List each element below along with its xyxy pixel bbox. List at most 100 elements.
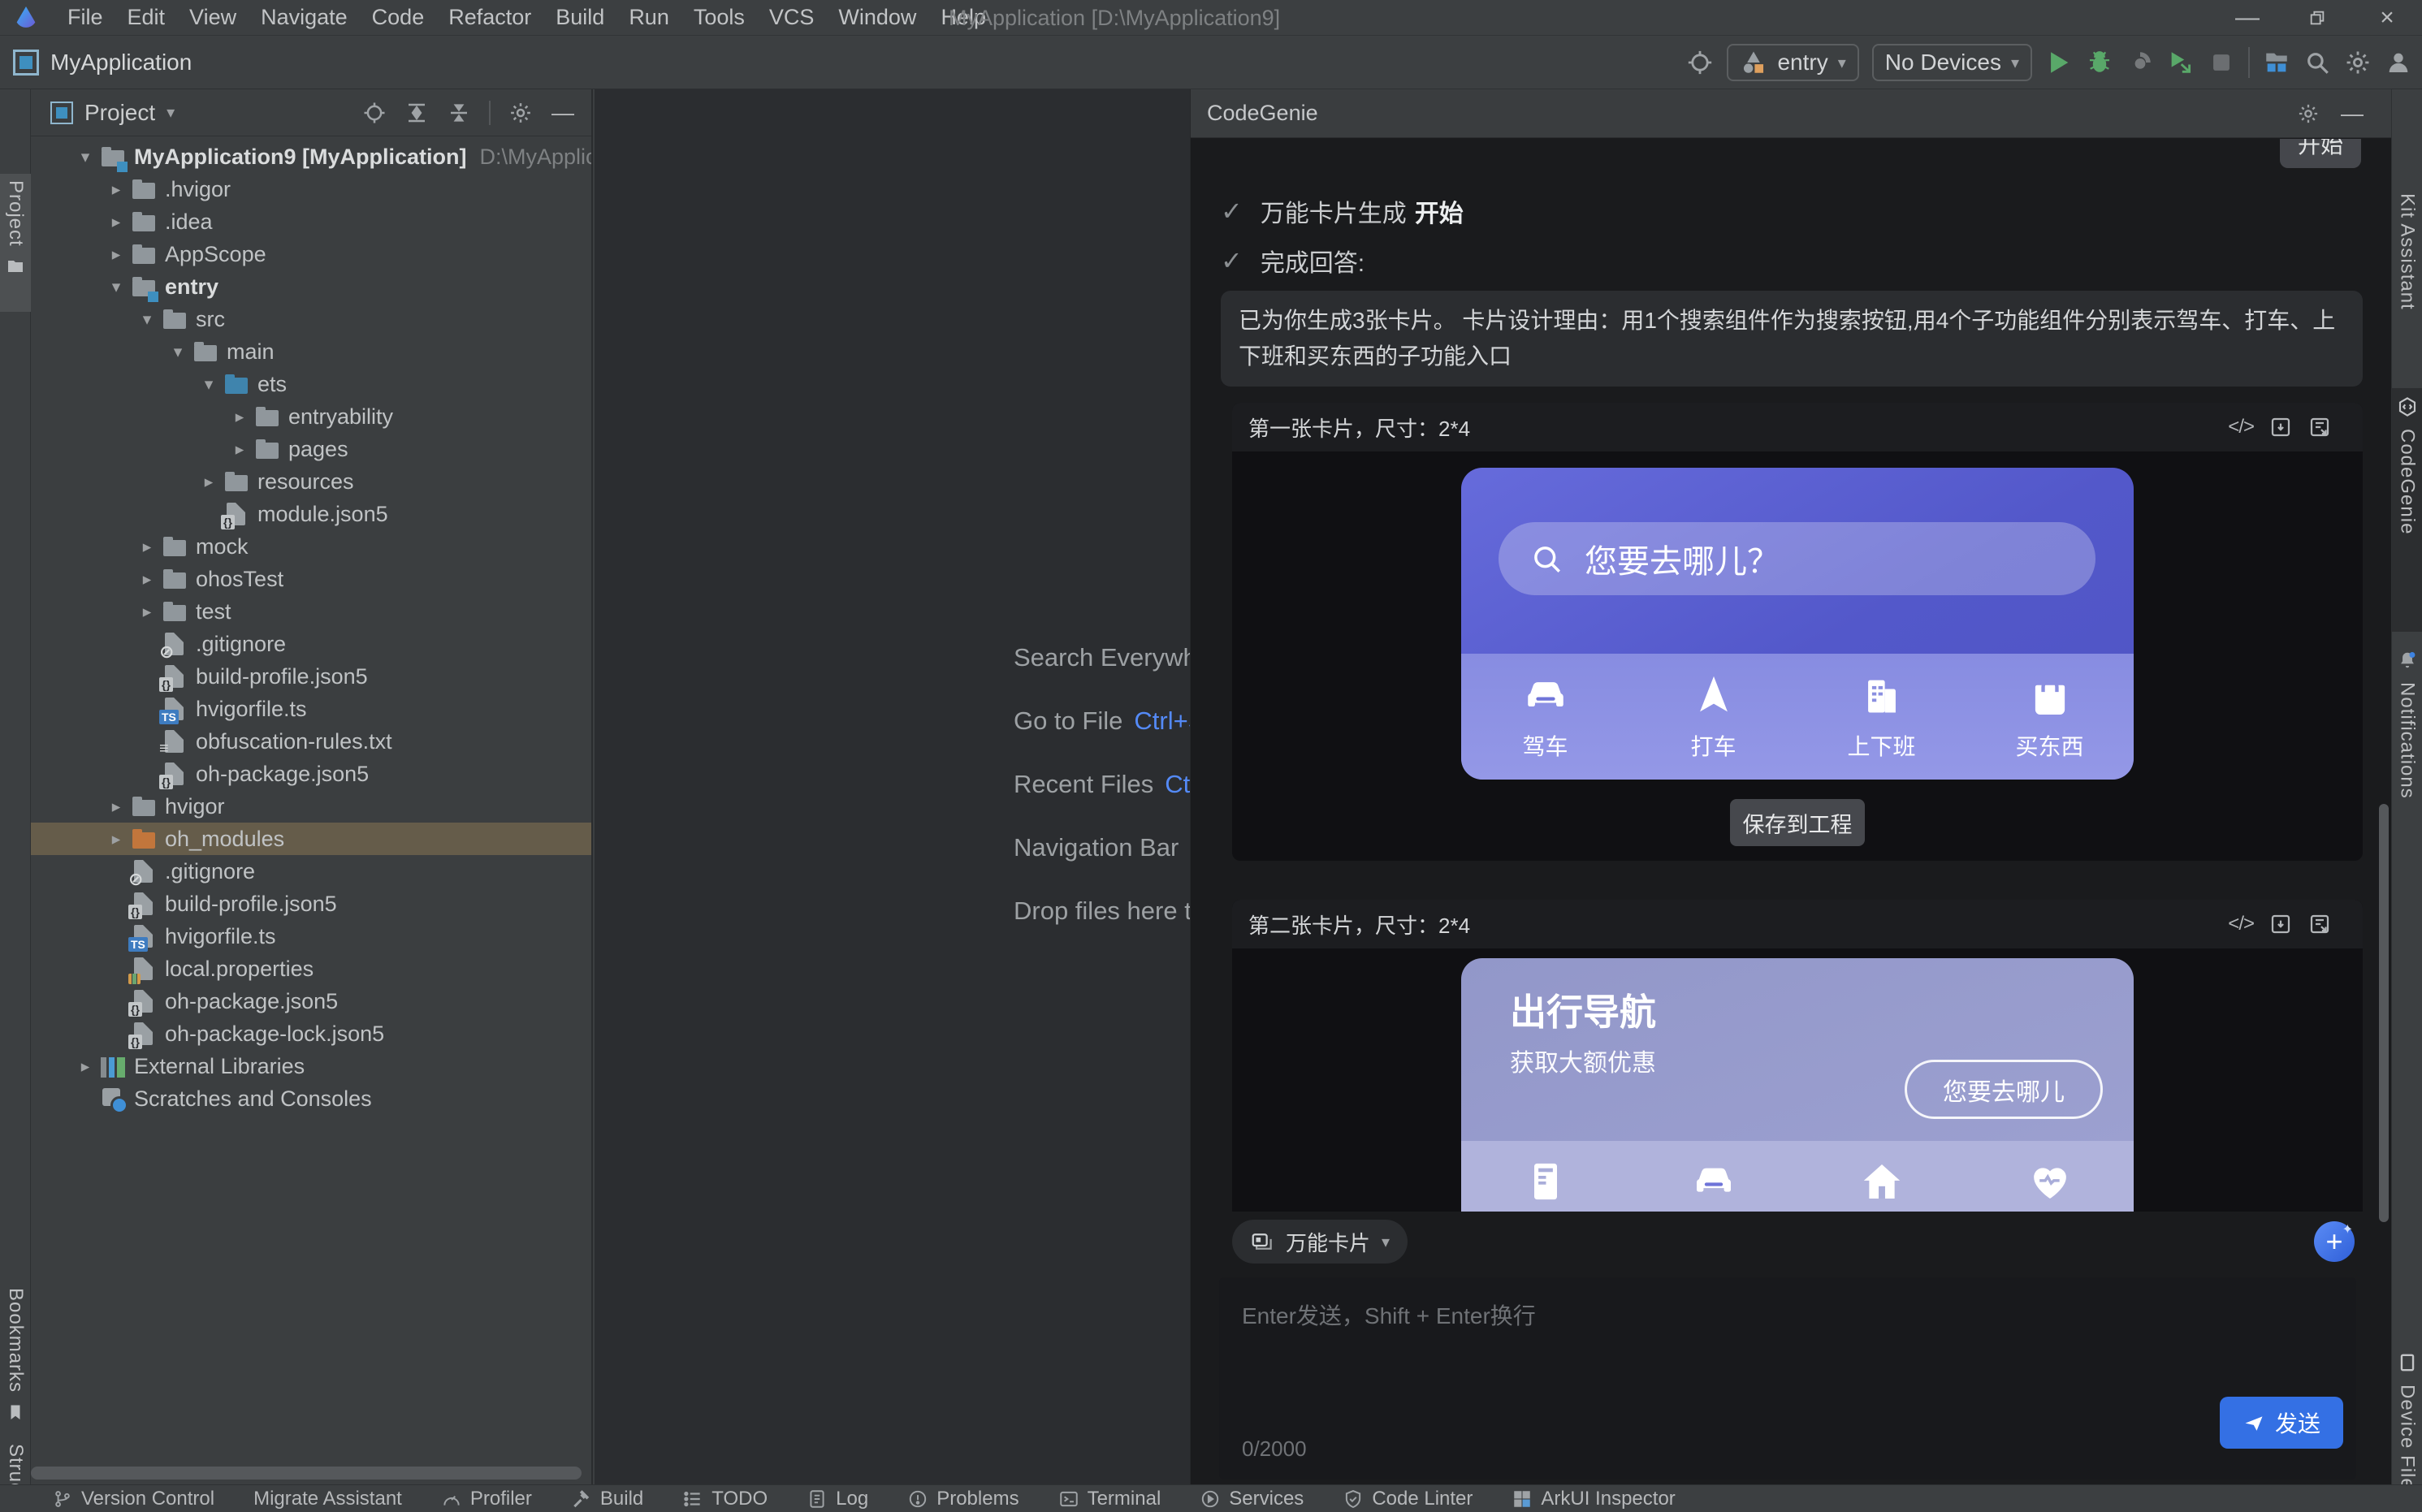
menu-item[interactable]: Edit [115, 0, 178, 35]
toolbar-project-name[interactable]: MyApplication [50, 50, 192, 76]
message-input[interactable]: Enter发送，Shift + Enter换行 0/2000 发送 [1219, 1277, 2356, 1480]
vertical-scrollbar[interactable] [2379, 804, 2389, 1222]
tree-row[interactable]: ⊘ .gitignore [31, 628, 591, 660]
run-with-coverage-button[interactable] [2167, 49, 2195, 76]
tree-row[interactable]: ▸ entryability [31, 400, 591, 433]
scrolled-start-button[interactable]: 开始 [2280, 139, 2361, 168]
settings-button[interactable] [2344, 49, 2372, 76]
tree-chevron-icon[interactable]: ▸ [132, 602, 162, 622]
minimize-button[interactable]: — [2212, 0, 2282, 36]
tree-chevron-icon[interactable]: ▸ [224, 439, 255, 460]
status-bar-item[interactable]: Problems [907, 1488, 1019, 1510]
send-button[interactable]: 发送 [2220, 1397, 2343, 1449]
status-bar-item[interactable]: Profiler [441, 1488, 532, 1510]
insert-card-icon[interactable] [2268, 415, 2293, 439]
export-card-icon[interactable] [2307, 415, 2332, 439]
status-bar-item[interactable]: Terminal [1058, 1488, 1161, 1510]
tree-row[interactable]: ▸ AppScope [31, 238, 591, 270]
tree-chevron-icon[interactable]: ▸ [101, 829, 132, 849]
tool-window-tab[interactable]: CodeGenie [2392, 388, 2422, 632]
status-bar-item[interactable]: Services [1200, 1488, 1304, 1510]
new-chat-button[interactable]: +✦ [2314, 1221, 2355, 1262]
export-card-icon[interactable] [2307, 912, 2332, 936]
tree-row[interactable]: {} build-profile.json5 [31, 660, 591, 693]
tree-row[interactable]: ▸ ohosTest [31, 563, 591, 595]
tree-chevron-icon[interactable]: ▾ [162, 342, 193, 362]
tree-row[interactable]: {} module.json5 [31, 498, 591, 530]
tree-row[interactable]: {} oh-package.json5 [31, 758, 591, 790]
debug-button[interactable] [2086, 49, 2113, 76]
status-bar-item[interactable]: Log [807, 1488, 868, 1510]
tree-row[interactable]: ▸ External Libraries [31, 1050, 591, 1082]
tree-row[interactable]: Scratches and Consoles [31, 1082, 591, 1115]
menu-item[interactable]: Run [616, 0, 681, 35]
tool-window-tab[interactable]: Notifications [2392, 642, 2422, 885]
tree-chevron-icon[interactable]: ▾ [132, 309, 162, 330]
project-panel-title[interactable]: Project [84, 100, 155, 126]
tree-row[interactable]: ▾ src [31, 303, 591, 335]
menu-item[interactable]: File [55, 0, 115, 35]
menu-item[interactable]: Tools [681, 0, 757, 35]
panel-options-button[interactable] [508, 101, 533, 125]
save-to-project-button[interactable]: 保存到工程 [1730, 799, 1865, 846]
locate-file-button[interactable] [362, 101, 387, 125]
tool-window-tab[interactable]: Kit Assistant [2392, 185, 2422, 388]
status-bar-item[interactable]: ArkUI Inspector [1512, 1488, 1675, 1510]
device-select[interactable]: No Devices ▾ [1872, 44, 2032, 81]
menu-item[interactable]: Code [360, 0, 437, 35]
tree-row[interactable]: ▸ mock [31, 530, 591, 563]
tree-row[interactable]: TS hvigorfile.ts [31, 920, 591, 953]
tree-chevron-icon[interactable]: ▸ [70, 1056, 101, 1077]
menu-item[interactable]: View [177, 0, 249, 35]
tree-row[interactable]: ▸ pages [31, 433, 591, 465]
tree-row[interactable]: ⊘ .gitignore [31, 855, 591, 888]
tree-row[interactable]: ▸ .hvigor [31, 173, 591, 205]
tree-chevron-icon[interactable]: ▸ [101, 212, 132, 232]
tree-row[interactable]: TS hvigorfile.ts [31, 693, 591, 725]
close-button[interactable]: × [2352, 0, 2422, 36]
run-button[interactable] [2045, 49, 2073, 76]
menu-item[interactable]: Window [826, 0, 928, 35]
tree-row[interactable]: ▾ main [31, 335, 591, 368]
tree-chevron-icon[interactable]: ▸ [224, 407, 255, 427]
status-bar-item[interactable]: Version Control [52, 1488, 214, 1510]
tree-row[interactable]: ▸ resources [31, 465, 591, 498]
status-bar-item[interactable]: Code Linter [1343, 1488, 1473, 1510]
chevron-down-icon[interactable]: ▾ [167, 102, 175, 123]
tree-row[interactable]: local.properties [31, 953, 591, 985]
tree-chevron-icon[interactable]: ▾ [193, 374, 224, 395]
horizontal-scrollbar[interactable] [31, 1467, 582, 1480]
restore-button[interactable] [2282, 0, 2352, 36]
tree-row[interactable]: {} oh-package-lock.json5 [31, 1017, 591, 1050]
device-manager-icon[interactable] [1686, 49, 1714, 76]
tree-row[interactable]: ≡ obfuscation-rules.txt [31, 725, 591, 758]
run-configuration-select[interactable]: entry ▾ [1727, 44, 1858, 81]
view-code-icon[interactable]: </> [2228, 912, 2254, 936]
tree-row[interactable]: {} oh-package.json5 [31, 985, 591, 1017]
search-everywhere-button[interactable] [2303, 49, 2331, 76]
tree-row[interactable]: ▸ oh_modules [31, 823, 591, 855]
tree-row[interactable]: {} build-profile.json5 [31, 888, 591, 920]
tree-chevron-icon[interactable]: ▾ [70, 147, 101, 167]
status-bar-item[interactable]: Migrate Assistant [253, 1488, 402, 1510]
status-bar-item[interactable]: TODO [682, 1488, 768, 1510]
tree-chevron-icon[interactable]: ▸ [101, 244, 132, 265]
codegenie-hide-button[interactable]: — [2341, 102, 2364, 125]
view-code-icon[interactable]: </> [2228, 415, 2254, 439]
menu-item[interactable]: Navigate [249, 0, 360, 35]
codegenie-settings-button[interactable] [2297, 102, 2320, 125]
status-bar-item[interactable]: Build [571, 1488, 643, 1510]
menu-item[interactable]: Refactor [436, 0, 543, 35]
menu-item[interactable]: VCS [757, 0, 827, 35]
tree-row[interactable]: ▾ entry [31, 270, 591, 303]
insert-card-icon[interactable] [2268, 912, 2293, 936]
tree-row[interactable]: ▸ test [31, 595, 591, 628]
tree-row[interactable]: ▸ .idea [31, 205, 591, 238]
tree-chevron-icon[interactable]: ▸ [101, 179, 132, 200]
tool-window-tab[interactable]: Project [0, 174, 31, 312]
hide-panel-button[interactable]: — [551, 101, 575, 125]
menu-item[interactable]: Build [543, 0, 616, 35]
collapse-all-button[interactable] [447, 101, 471, 125]
tree-row[interactable]: ▸ hvigor [31, 790, 591, 823]
project-structure-button[interactable] [2263, 49, 2290, 76]
